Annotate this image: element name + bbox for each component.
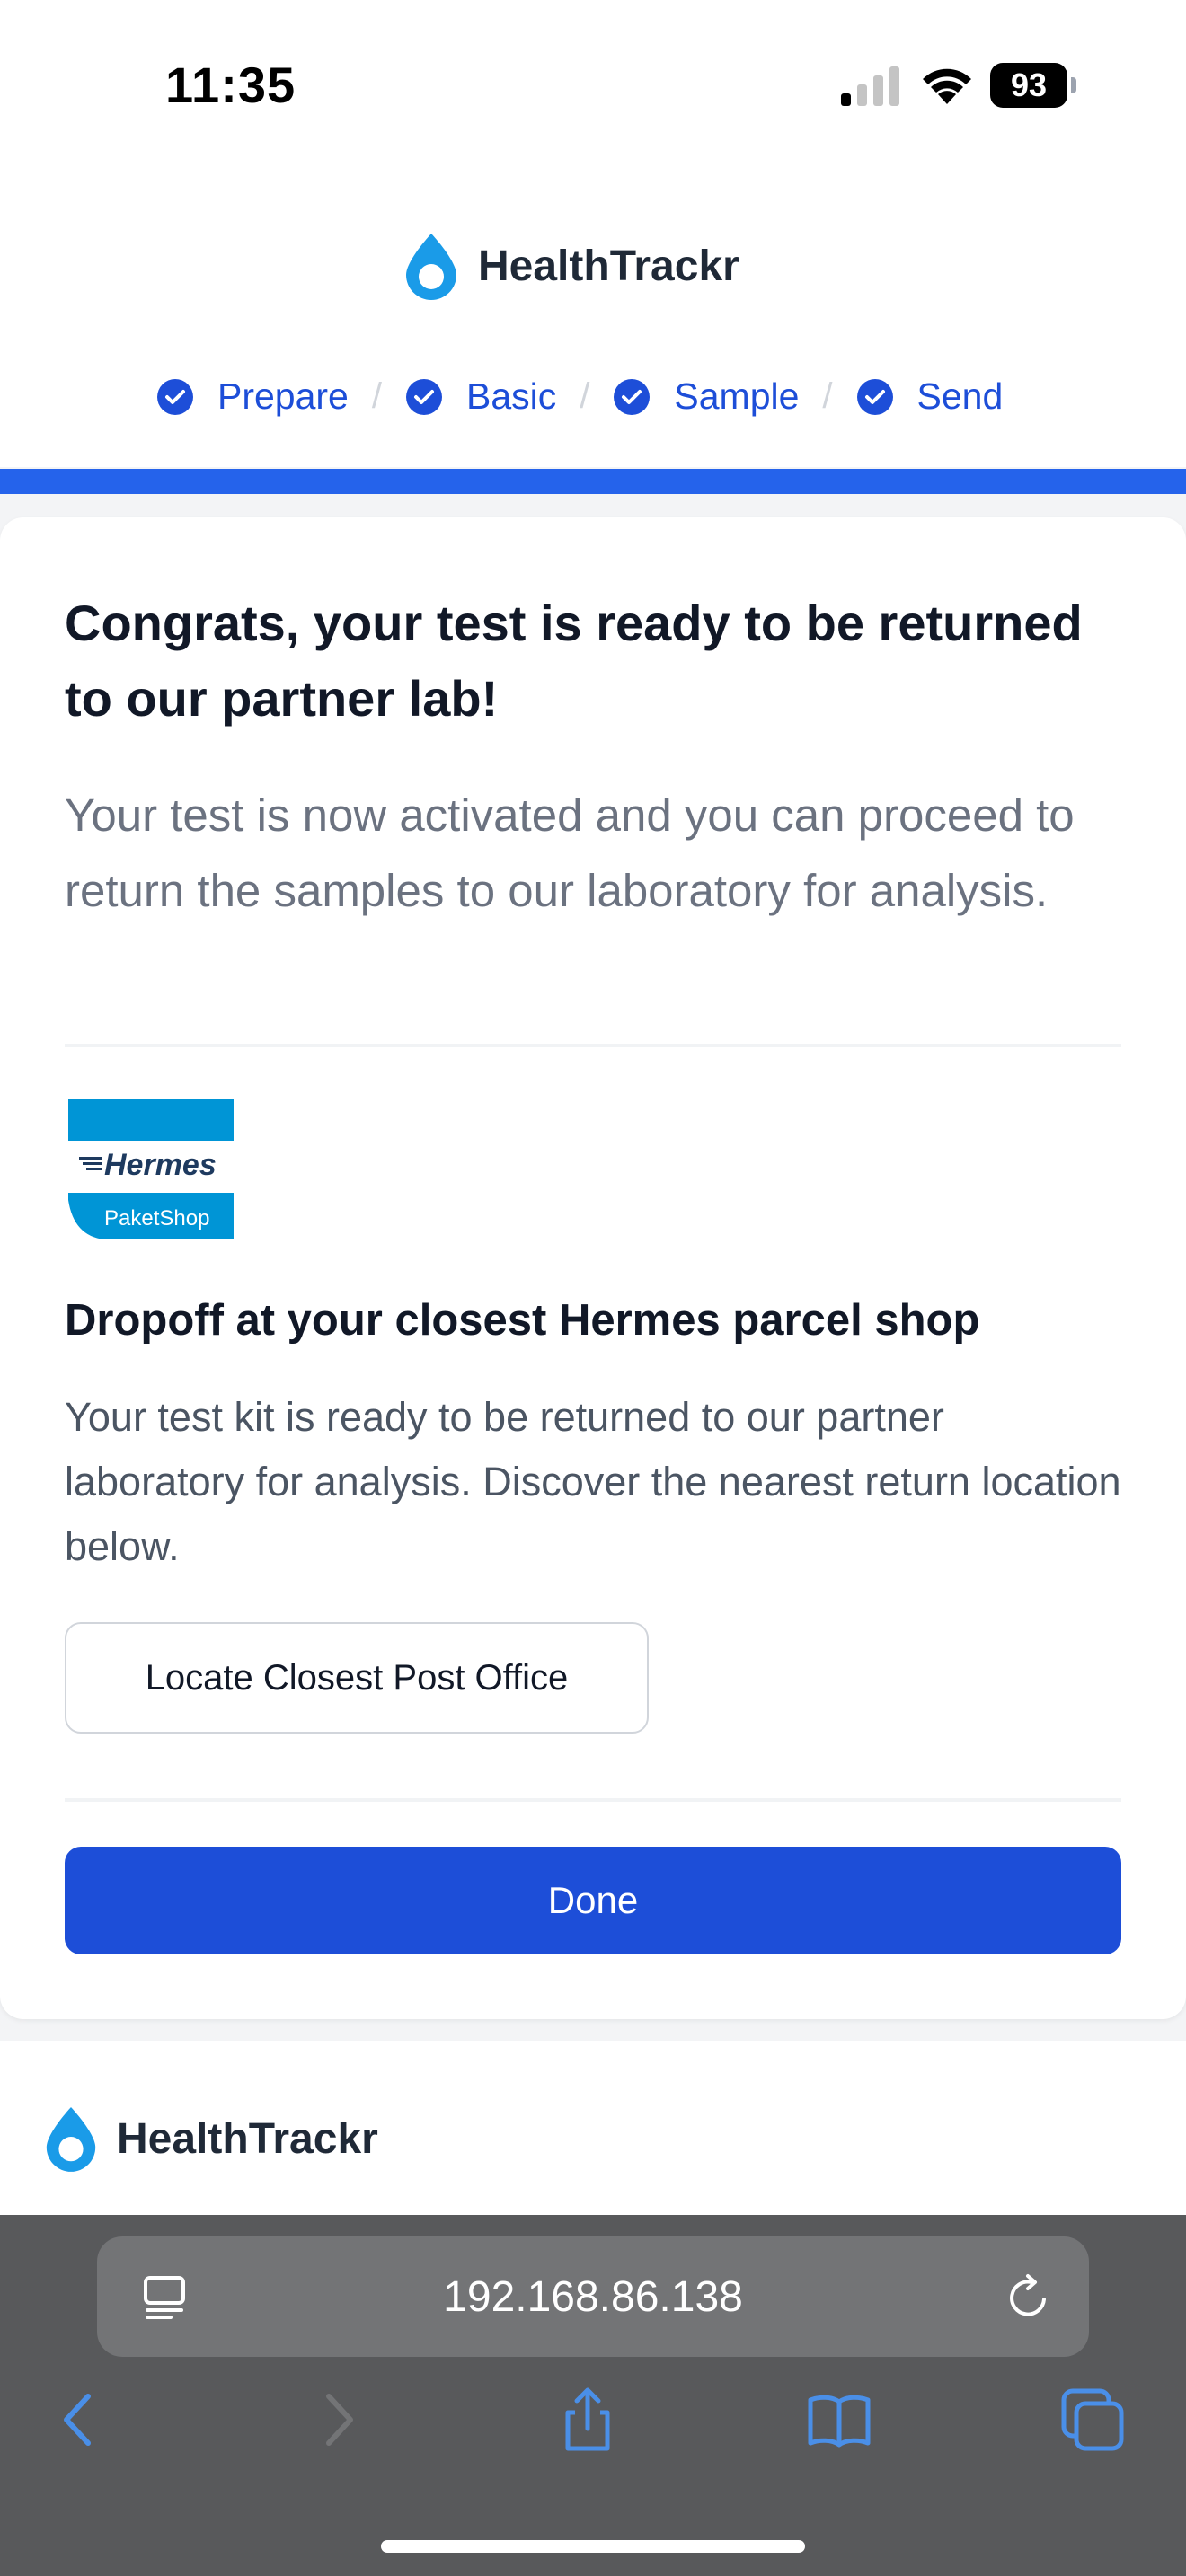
step-separator: / [822,376,833,416]
step-label: Prepare [217,375,349,417]
step-basic[interactable]: Basic [405,375,556,418]
browser-toolbar: 192.168.86.138 [0,2215,1186,2576]
brand-name: HealthTrackr [478,242,739,290]
dropoff-text: Your test kit is ready to be returned to… [65,1394,1121,1569]
check-circle-icon [614,378,651,415]
page-menu-icon[interactable] [142,2274,187,2321]
signal-icon [841,66,899,106]
battery-level: 93 [990,63,1067,108]
step-separator: / [371,376,382,416]
droplet-icon [406,234,456,300]
bookmarks-icon[interactable] [805,2386,873,2454]
step-label: Sample [674,375,800,417]
battery-icon: 93 [990,63,1080,110]
check-circle-icon [157,378,193,415]
locate-post-office-button[interactable]: Locate Closest Post Office [65,1622,649,1734]
brand-logo[interactable]: HealthTrackr [401,232,739,300]
home-indicator [381,2540,805,2553]
step-separator: / [580,376,590,416]
share-icon[interactable] [553,2386,622,2454]
step-sample[interactable]: Sample [613,375,799,418]
step-label: Basic [466,375,557,417]
tabs-icon[interactable] [1058,2386,1127,2454]
step-breadcrumb: Prepare / Basic / Sample / Send [156,375,1003,418]
status-time: 11:35 [165,57,296,113]
step-send[interactable]: Send [856,375,1004,418]
confirmation-card: Congrats, your test is ready to be retur… [0,517,1186,2019]
url-text[interactable]: 192.168.86.138 [97,2236,1089,2357]
step-prepare[interactable]: Prepare [156,375,349,418]
step-label: Send [916,375,1004,417]
footer-brand-logo[interactable]: HealthTrackr [41,2105,378,2172]
forward-icon[interactable] [305,2386,374,2454]
card-subtitle: Your test is now activated and you can p… [65,790,1075,916]
check-circle-icon [406,378,442,415]
back-icon[interactable] [49,2386,117,2454]
divider [65,1044,1121,1047]
address-bar[interactable]: 192.168.86.138 [97,2236,1089,2357]
wifi-icon [923,68,971,104]
droplet-icon [46,2107,96,2172]
header: HealthTrackr Prepare / Basic / Sample / … [0,171,1186,467]
footer: HealthTrackr [0,2041,1186,2215]
divider [65,1798,1121,1802]
card-title: Congrats, your test is ready to be retur… [65,595,1083,727]
brand-name: HealthTrackr [117,2114,378,2163]
hermes-name: Hermes [104,1148,217,1182]
check-circle-icon [856,378,893,415]
status-bar: 11:35 93 [0,0,1186,171]
progress-bar [0,469,1186,494]
hermes-sub: PaketShop [104,1206,209,1231]
dropoff-title: Dropoff at your closest Hermes parcel sh… [65,1296,980,1345]
reload-icon[interactable] [1005,2272,1051,2321]
hermes-paketshop-logo: Hermes PaketShop [68,1099,234,1239]
done-button[interactable]: Done [65,1847,1121,1954]
